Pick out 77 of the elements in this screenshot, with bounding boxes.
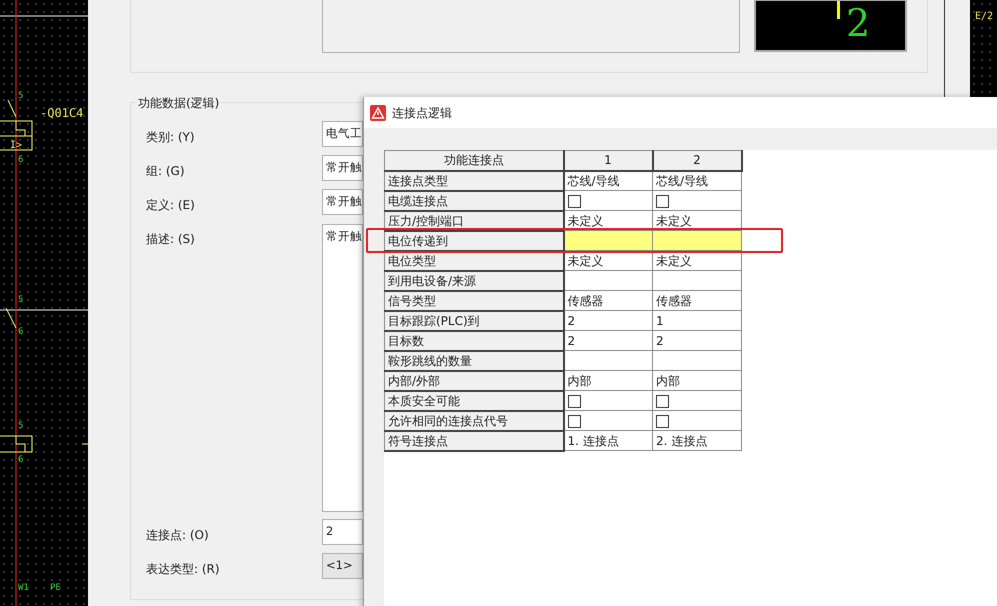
- table-row[interactable]: 到用电设备/来源: [384, 270, 742, 290]
- table-row[interactable]: 电位传递到: [384, 230, 742, 250]
- breaker-drawing: [0, 100, 32, 150]
- dialog-title: 连接点逻辑: [392, 104, 452, 122]
- app-icon: [370, 104, 386, 120]
- table-cell: 未定义: [564, 250, 652, 270]
- pin-label: 6: [18, 327, 24, 337]
- field-label: 定义: (E): [146, 197, 195, 214]
- row-label[interactable]: 符号连接点: [384, 430, 564, 450]
- pin-label: 6: [18, 155, 24, 165]
- pin-label: 6: [18, 455, 24, 465]
- checkbox[interactable]: [568, 394, 580, 408]
- table-row[interactable]: 目标跟踪(PLC)到 2 1: [384, 310, 742, 330]
- row-label[interactable]: 电位传递到: [384, 230, 564, 250]
- input-field[interactable]: 2: [322, 519, 363, 545]
- table-row[interactable]: 压力/控制端口 未定义 未定义: [384, 210, 742, 230]
- group-title: 功能数据(逻辑): [136, 94, 222, 112]
- table-row[interactable]: 鞍形跳线的数量: [384, 350, 742, 370]
- dropdown-field[interactable]: <1>: [322, 553, 363, 579]
- input-field[interactable]: 常开触: [322, 155, 363, 181]
- table-cell: 传感器: [564, 290, 652, 310]
- table-cell: 1. 连接点: [564, 430, 652, 450]
- checkbox[interactable]: [568, 194, 580, 208]
- pin-label: PE: [50, 583, 61, 593]
- field-label: 组: (G): [146, 163, 185, 180]
- pin-label: 5: [18, 295, 24, 305]
- pin-label: 5: [18, 91, 24, 101]
- table-row[interactable]: 本质安全可能: [384, 390, 742, 410]
- checkbox[interactable]: [656, 394, 669, 408]
- table-cell: 内部: [652, 370, 742, 390]
- field-label: 类别: (Y): [146, 129, 195, 146]
- pin-label: W1: [18, 583, 29, 593]
- row-label[interactable]: 信号类型: [384, 290, 564, 310]
- checkbox[interactable]: [656, 194, 669, 208]
- row-label[interactable]: 内部/外部: [384, 370, 564, 390]
- table-cell: 未定义: [652, 250, 742, 270]
- table-row[interactable]: 连接点类型 芯线/导线 芯线/导线: [384, 170, 742, 190]
- checkbox[interactable]: [568, 414, 580, 428]
- column-header: 功能连接点: [384, 150, 564, 170]
- table-cell: 2. 连接点: [652, 430, 742, 450]
- row-label[interactable]: 本质安全可能: [384, 390, 564, 410]
- table-row[interactable]: 符号连接点 1. 连接点 2. 连接点: [384, 430, 742, 450]
- checkbox[interactable]: [656, 414, 669, 428]
- row-label[interactable]: 鞍形跳线的数量: [384, 350, 564, 370]
- table-cell: 2: [652, 330, 742, 350]
- table-cell: 1: [652, 310, 742, 330]
- row-label[interactable]: 目标跟踪(PLC)到: [384, 310, 564, 330]
- field-label: 表达类型: (R): [146, 561, 220, 578]
- table-row[interactable]: 信号类型 传感器 传感器: [384, 290, 742, 310]
- row-label[interactable]: 电缆连接点: [384, 190, 564, 210]
- row-label[interactable]: 允许相同的连接点代号: [384, 410, 564, 430]
- table-cell: 传感器: [652, 290, 742, 310]
- sheet-label: E/2: [975, 10, 994, 24]
- column-header: 1: [564, 150, 652, 170]
- table-row[interactable]: 电位类型 未定义 未定义: [384, 250, 742, 270]
- table-cell: 2: [564, 310, 652, 330]
- field-label: 连接点: (O): [146, 527, 209, 544]
- row-label[interactable]: 连接点类型: [384, 170, 564, 190]
- input-field[interactable]: 常开触: [322, 189, 363, 215]
- table-cell: 内部: [564, 370, 652, 390]
- field-label: 描述: (S): [146, 231, 195, 248]
- table-row[interactable]: 电缆连接点: [384, 190, 742, 210]
- wire-line: [837, 1, 840, 19]
- table-row[interactable]: 目标数 2 2: [384, 330, 742, 350]
- preview-number: 2: [846, 3, 870, 43]
- table-cell: 芯线/导线: [564, 170, 652, 190]
- device-tag: -Q01C4: [40, 106, 84, 120]
- table-row[interactable]: 内部/外部 内部 内部: [384, 370, 742, 390]
- row-label[interactable]: 目标数: [384, 330, 564, 350]
- column-header: 2: [652, 150, 742, 170]
- row-label[interactable]: 到用电设备/来源: [384, 270, 564, 290]
- table-cell: 芯线/导线: [652, 170, 742, 190]
- pin-label: 5: [18, 421, 24, 431]
- input-field[interactable]: 电气工: [322, 121, 363, 147]
- table-cell: 2: [564, 330, 652, 350]
- table-row[interactable]: 允许相同的连接点代号: [384, 410, 742, 430]
- description-field[interactable]: 常开触: [322, 224, 363, 512]
